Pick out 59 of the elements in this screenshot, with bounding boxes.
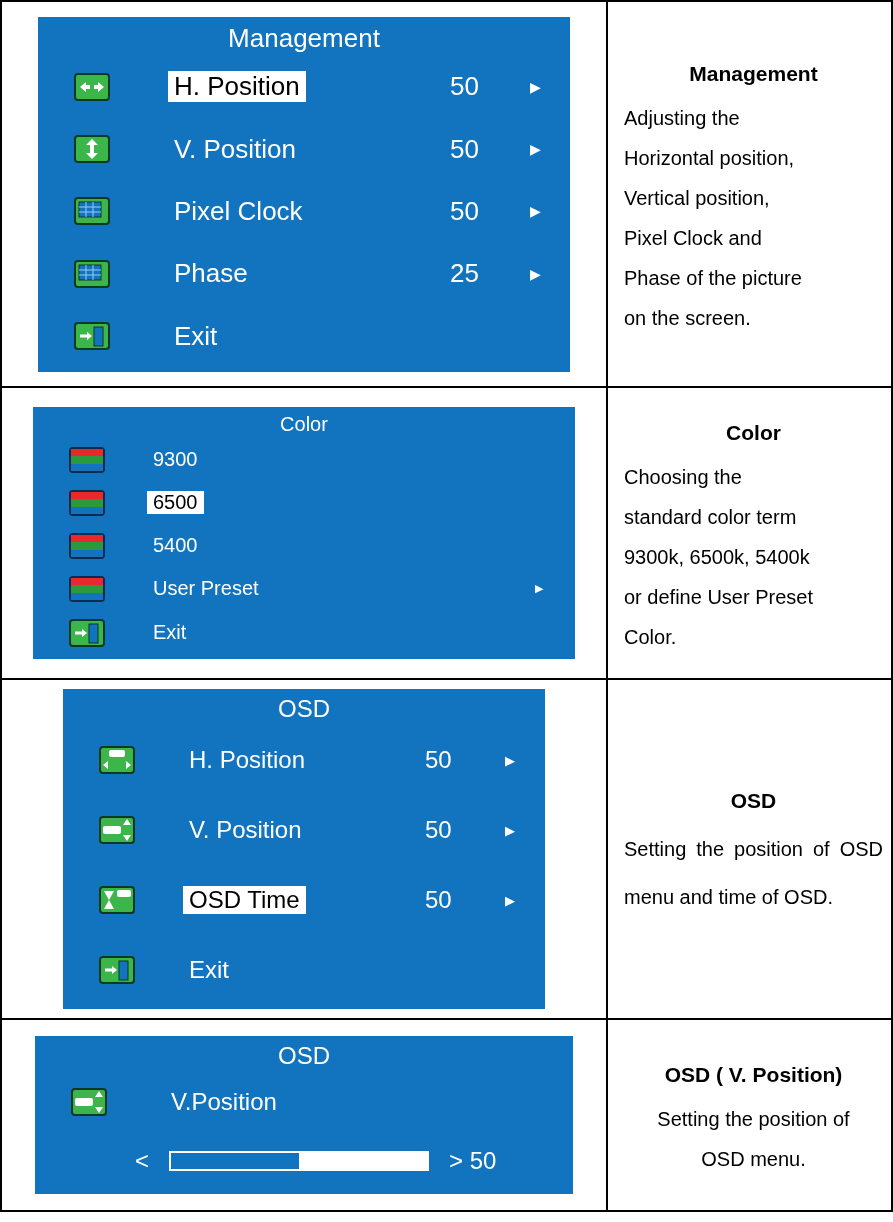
color-bars-icon bbox=[69, 446, 105, 473]
slider-track[interactable] bbox=[169, 1150, 429, 1171]
osd-horizontal-icon bbox=[99, 746, 135, 774]
description-text: Choosing the standard color term 9300k, 6500k, 5400k or define User Preset Color. bbox=[624, 465, 814, 650]
menu-item[interactable]: H. Position bbox=[183, 746, 312, 774]
menu-value: 50 bbox=[425, 886, 453, 914]
color-bars-icon bbox=[69, 575, 105, 602]
menu-item[interactable]: V. Position bbox=[183, 816, 308, 844]
description-text: Adjusting the Horizontal position, Vertical position, Pixel Clock and Phase of the picture on the screen. bbox=[624, 106, 803, 331]
submenu-arrow: ▶ bbox=[530, 265, 542, 282]
menu-value: 50 bbox=[450, 133, 480, 165]
menu-title: Color bbox=[279, 412, 329, 437]
horizontal-arrows-icon bbox=[74, 72, 110, 101]
description-title: Management bbox=[688, 61, 819, 87]
exit-door-icon bbox=[99, 956, 135, 984]
menu-item[interactable]: Exit bbox=[168, 320, 224, 352]
exit-door-icon bbox=[74, 322, 110, 351]
submenu-arrow: ▶ bbox=[530, 141, 542, 158]
menu-item[interactable]: User Preset bbox=[147, 577, 265, 600]
osd-vertical-icon bbox=[99, 816, 135, 844]
monitor-icon bbox=[74, 259, 110, 288]
menu-title: OSD bbox=[277, 694, 331, 724]
submenu-arrow: ▶ bbox=[505, 892, 516, 908]
menu-item[interactable]: H. Position bbox=[168, 71, 306, 103]
vertical-arrows-icon bbox=[74, 135, 110, 164]
menu-value: 50 bbox=[425, 816, 453, 844]
menu-value: 25 bbox=[450, 258, 480, 290]
menu-item[interactable]: Pixel Clock bbox=[168, 195, 309, 227]
submenu-arrow: ▶ bbox=[505, 822, 516, 838]
color-bars-icon bbox=[69, 489, 105, 516]
submenu-arrow: ▶ bbox=[535, 582, 544, 595]
description-title: OSD bbox=[729, 788, 778, 814]
submenu-arrow: ▶ bbox=[530, 203, 542, 220]
description-text: Setting the position of OSD menu. bbox=[656, 1107, 851, 1172]
menu-value: 50 bbox=[425, 746, 453, 774]
submenu-arrow: ▶ bbox=[505, 752, 516, 768]
menu-title: Management bbox=[227, 21, 381, 55]
menu-item[interactable]: 5400 bbox=[147, 534, 204, 557]
submenu-arrow: ▶ bbox=[530, 78, 542, 95]
menu-title: OSD bbox=[277, 1041, 331, 1071]
menu-item[interactable]: OSD Time bbox=[183, 886, 306, 914]
description-text: Setting the position of OSD menu and time of OSD. bbox=[624, 837, 883, 910]
color-bars-icon bbox=[69, 532, 105, 559]
menu-value: 50 bbox=[450, 195, 480, 227]
menu-item[interactable]: Exit bbox=[147, 621, 193, 644]
exit-door-icon bbox=[69, 618, 105, 647]
menu-item[interactable]: Phase bbox=[168, 258, 254, 290]
monitor-icon bbox=[74, 197, 110, 226]
menu-item[interactable]: 6500 bbox=[147, 491, 204, 514]
description-title: Color bbox=[725, 420, 782, 446]
hourglass-icon bbox=[99, 886, 135, 914]
menu-item[interactable]: V. Position bbox=[168, 133, 302, 165]
slider-left-mark: < bbox=[135, 1146, 149, 1175]
osd-vertical-icon bbox=[71, 1087, 107, 1116]
slider-value: > 50 bbox=[449, 1146, 497, 1175]
menu-item[interactable]: 9300 bbox=[147, 448, 204, 471]
description-title: OSD ( V. Position) bbox=[663, 1062, 844, 1088]
menu-value: 50 bbox=[450, 71, 480, 103]
menu-item[interactable]: Exit bbox=[183, 956, 235, 984]
